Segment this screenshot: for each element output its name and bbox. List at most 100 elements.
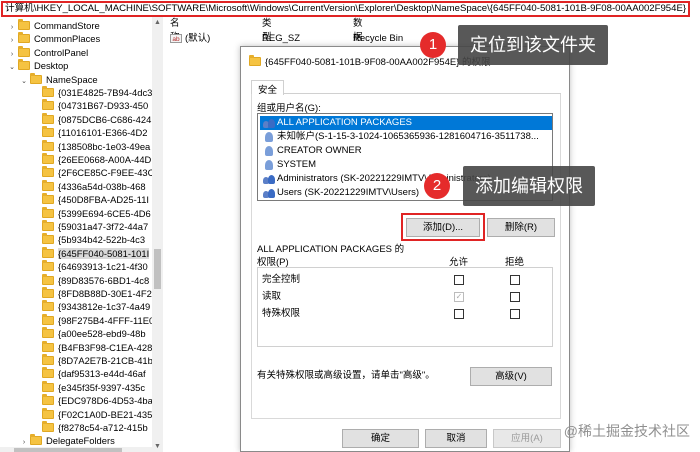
tree-item-label: {64693913-1c21-4f30 <box>58 261 148 273</box>
user-list-item[interactable]: ALL APPLICATION PACKAGES <box>260 116 552 130</box>
tree-item[interactable]: {89D83576-6BD1-4c8 <box>32 273 149 287</box>
tree-item[interactable]: {0875DCB6-C686-424 <box>32 112 152 126</box>
scroll-thumb[interactable] <box>154 249 161 289</box>
tree-item-label: {450D8FBA-AD25-11I <box>58 194 150 206</box>
folder-icon <box>42 179 54 191</box>
deny-checkbox[interactable] <box>510 292 520 302</box>
tree-vertical-scrollbar[interactable]: ▲ ▼ <box>152 17 163 452</box>
tree-item[interactable]: {64693913-1c21-4f30 <box>32 260 148 273</box>
tree-item[interactable]: {5b934b42-522b-4c3 <box>32 233 145 246</box>
allow-checkbox[interactable] <box>454 309 464 319</box>
advanced-button[interactable]: 高级(V) <box>470 367 552 386</box>
tree-item[interactable]: {138508bc-1e03-49ea <box>32 139 150 153</box>
user-label: Users (SK-20221229IMTV\Users) <box>277 187 420 198</box>
apply-button[interactable]: 应用(A) <box>493 429 561 448</box>
tree-item[interactable]: {645FF040-5081-101I <box>32 246 150 260</box>
tree-item[interactable]: {EDC978D6-4D53-4ba <box>32 394 153 407</box>
group-icon <box>263 174 275 184</box>
step-2-badge: 2 <box>424 173 450 199</box>
watermark: @稀土掘金技术社区 <box>563 423 690 439</box>
cancel-button[interactable]: 取消 <box>425 429 487 448</box>
tree-item[interactable]: {f8278c54-a712-415b <box>32 421 148 434</box>
folder-icon <box>42 112 54 124</box>
expand-chevron-icon[interactable]: ⌄ <box>8 61 16 74</box>
ok-button[interactable]: 确定 <box>342 429 419 448</box>
folder-icon <box>18 19 30 30</box>
tree-item[interactable]: › CommandStore <box>8 19 100 32</box>
tree-item-label: {5399E694-6CE5-4D6 <box>58 207 151 219</box>
user-list-item[interactable]: 未知帐户(S-1-15-3-1024-1065365936-1281604716… <box>260 130 552 144</box>
step-1-callout: 定位到该文件夹 <box>458 25 608 65</box>
registry-tree[interactable]: DesktopIniPropertyMap›DelegateFolders{f8… <box>0 17 163 452</box>
folder-icon <box>42 153 54 164</box>
user-label: SYSTEM <box>277 159 317 170</box>
deny-checkbox[interactable] <box>510 309 520 319</box>
tree-item-label: {B4FB3F98-C1EA-428 <box>58 341 153 353</box>
folder-icon <box>42 99 54 111</box>
tree-item[interactable]: {5399E694-6CE5-4D6 <box>32 206 151 220</box>
tree-item[interactable]: {9343812e-1c37-4a49 <box>32 300 150 313</box>
folder-icon <box>42 287 54 298</box>
tree-item[interactable]: {04731B67-D933-450 <box>32 99 148 112</box>
tree-item-label: CommonPlaces <box>34 33 101 45</box>
remove-button[interactable]: 删除(R) <box>487 218 555 237</box>
scroll-down-icon[interactable]: ▼ <box>152 441 163 452</box>
deny-header: 拒绝 <box>505 257 525 268</box>
allow-checkbox[interactable]: ✓ <box>454 292 464 302</box>
tree-item[interactable]: › CommonPlaces <box>8 32 100 45</box>
tree-horizontal-scrollbar[interactable] <box>0 447 152 452</box>
tree-item-label: {11016101-E366-4D2 <box>58 127 148 139</box>
tree-item[interactable]: {B4FB3F98-C1EA-428 <box>32 340 153 354</box>
perm-title: ALL APPLICATION PACKAGES 的 <box>257 244 405 255</box>
advanced-hint: 有关特殊权限或高级设置，请单击"高级"。 <box>257 370 435 381</box>
address-bar[interactable]: 计算机\HKEY_LOCAL_MACHINE\SOFTWARE\Microsof… <box>1 1 690 17</box>
tree-item[interactable]: {450D8FBA-AD25-11I <box>32 193 149 206</box>
user-label: Administrators (SK-20221229IMTV\Administ… <box>277 173 491 184</box>
group-label: 组或用户名(G): <box>257 103 321 114</box>
folder-icon <box>42 233 54 245</box>
tree-item-label: {0875DCB6-C686-424 <box>58 113 152 125</box>
tree-item[interactable]: › ControlPanel <box>8 45 89 61</box>
tree-item[interactable]: {F02C1A0D-BE21-435 <box>32 407 152 421</box>
folder-icon <box>42 220 54 231</box>
permissions-table: 完全控制 读取 ✓ 特殊权限 <box>257 267 553 347</box>
tree-item[interactable]: ⌄ NameSpace <box>20 72 98 88</box>
tree-item[interactable]: ⌄ Desktop <box>8 59 68 72</box>
tree-item[interactable]: {a00ee528-ebd9-48b <box>32 327 146 340</box>
tree-item[interactable]: {11016101-E366-4D2 <box>32 126 147 139</box>
tree-item-label: {4336a54d-038b-468 <box>58 180 146 192</box>
folder-icon <box>18 45 30 57</box>
tree-item[interactable]: {2F6CE85C-F9EE-43CA <box>32 166 161 179</box>
tree-item[interactable]: {daf95313-e44d-46af <box>32 367 146 380</box>
deny-checkbox[interactable] <box>510 275 520 285</box>
tree-item[interactable]: {e345f35f-9397-435c <box>32 380 145 394</box>
folder-icon <box>42 193 54 205</box>
tree-item-label: ControlPanel <box>34 46 89 58</box>
user-icon <box>263 132 275 142</box>
folder-icon <box>42 273 54 285</box>
allow-checkbox[interactable] <box>454 275 464 285</box>
folder-icon <box>42 166 54 178</box>
user-list-item[interactable]: CREATOR OWNER <box>260 144 552 158</box>
add-button[interactable]: 添加(D)... <box>406 218 480 237</box>
tree-item[interactable]: {59031a47-3f72-44a7 <box>32 220 148 233</box>
hscroll-thumb[interactable] <box>14 448 122 452</box>
tree-item-label: CommandStore <box>34 20 100 31</box>
tree-item[interactable]: {26EE0668-A00A-44D <box>32 153 151 166</box>
tree-item-label: {5b934b42-522b-4c3 <box>58 234 146 246</box>
tree-item-label: {EDC978D6-4D53-4ba <box>58 395 153 407</box>
tree-item[interactable]: › DelegateFolders <box>20 434 115 447</box>
list-item[interactable]: ab (默认) REG_SZ Recycle Bin <box>170 32 403 46</box>
tree-item[interactable]: {4336a54d-038b-468 <box>32 179 146 193</box>
scroll-up-icon[interactable]: ▲ <box>152 17 163 28</box>
expand-chevron-icon[interactable]: ⌄ <box>20 75 28 88</box>
folder-icon <box>42 327 54 339</box>
tree-item[interactable]: {031E4825-7B94-4dc3 <box>32 86 152 99</box>
tree-item[interactable]: {98F275B4-4FFF-11E0 <box>32 313 154 327</box>
expand-chevron-icon[interactable]: › <box>8 48 16 61</box>
tree-item[interactable]: {8FD8B88D-30E1-4F2 <box>32 287 152 300</box>
expand-chevron-icon[interactable]: › <box>8 21 16 34</box>
tree-item[interactable]: {8D7A2E7B-21CB-41b <box>32 354 153 367</box>
tab-security[interactable]: 安全 <box>251 80 285 96</box>
expand-chevron-icon[interactable]: › <box>8 34 16 47</box>
